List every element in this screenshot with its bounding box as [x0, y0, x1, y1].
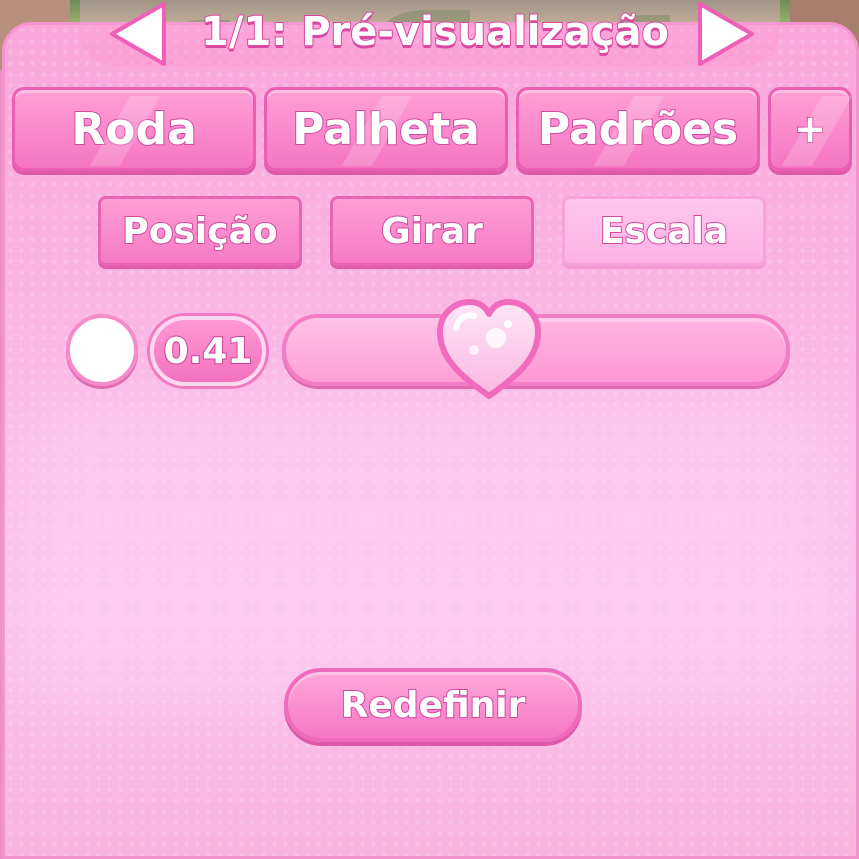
- triangle-right-icon[interactable]: [696, 0, 758, 68]
- subtab-posicao[interactable]: Posição: [98, 196, 302, 266]
- subtab-girar[interactable]: Girar: [330, 196, 534, 266]
- tab-more[interactable]: +: [768, 87, 852, 171]
- reset-button[interactable]: Redefinir: [284, 668, 582, 742]
- tab-padroes[interactable]: Padrões: [516, 87, 760, 171]
- tab-roda[interactable]: Roda: [12, 87, 256, 171]
- subtab-escala[interactable]: Escala: [562, 196, 766, 266]
- heart-icon[interactable]: [434, 298, 544, 402]
- page-title: 1/1: Pré-visualização: [200, 8, 670, 56]
- tab-palheta[interactable]: Palheta: [264, 87, 508, 171]
- scale-value[interactable]: 0.41: [150, 316, 266, 386]
- triangle-left-icon[interactable]: [106, 0, 168, 68]
- color-swatch[interactable]: [66, 314, 138, 386]
